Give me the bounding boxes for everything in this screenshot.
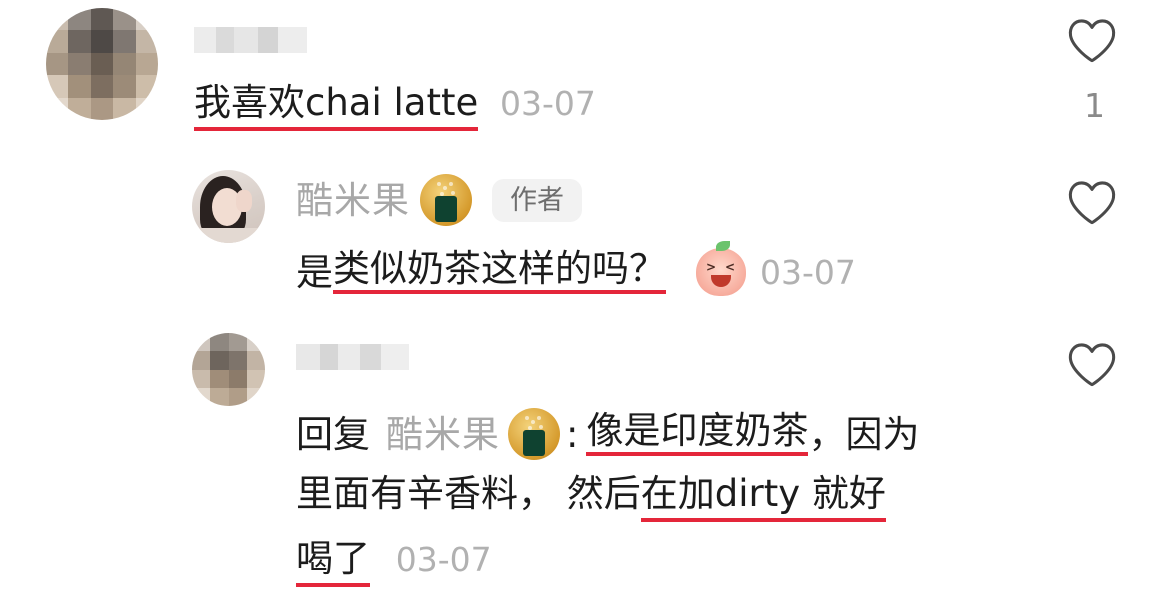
avatar-pixel <box>46 75 69 98</box>
avatar-pixel <box>68 75 91 98</box>
avatar-pixel <box>228 351 247 370</box>
author-username[interactable]: 酷米果 <box>296 182 410 219</box>
avatar-pixel <box>90 75 114 98</box>
heart-outline-icon <box>1068 181 1116 225</box>
comment-3-line-3: 喝了 03-07 <box>296 537 492 587</box>
avatar-pixel <box>246 351 265 370</box>
avatar-pixel <box>210 369 229 388</box>
avatar-pixel <box>192 333 211 352</box>
laughing-peach-emoji-icon: >< <box>696 241 746 296</box>
avatar-pixel <box>46 30 69 53</box>
avatar-pixel <box>68 52 91 76</box>
username-commenter-1-blurred[interactable] <box>194 27 307 53</box>
avatar-pixel <box>113 75 136 98</box>
comment-2-text-prefix: 是 <box>296 250 333 294</box>
avatar-pixel <box>135 8 158 31</box>
comment-3-line-2-underlined: 在加dirty 就好 <box>640 472 886 522</box>
avatar-pixel <box>90 97 114 120</box>
avatar-pixel <box>228 333 247 352</box>
avatar-pixel <box>135 97 158 120</box>
comment-3-line-2: 里面有辛香料， 然后在加dirty 就好 <box>296 472 886 522</box>
avatar-pixel <box>210 387 229 406</box>
comment-1-text: 我喜欢chai latte <box>194 81 479 131</box>
avatar-pixel <box>68 30 91 53</box>
avatar-pixel <box>192 369 211 388</box>
avatar-pixel <box>90 30 114 53</box>
avatar-pixel <box>192 387 211 406</box>
avatar-commenter-3[interactable] <box>192 333 265 406</box>
avatar-pixel <box>90 8 114 31</box>
comment-3-date: 03-07 <box>395 540 492 579</box>
avatar-pixel <box>135 52 158 76</box>
like-count-comment-1: 1 <box>1084 86 1105 125</box>
avatar-pixel <box>246 333 265 352</box>
like-button-comment-2[interactable] <box>1066 178 1118 226</box>
avatar-pixel <box>246 369 265 388</box>
avatar-pixel <box>68 8 91 31</box>
comment-2-date: 03-07 <box>760 252 856 292</box>
comment-3-line-3-underlined: 喝了 <box>296 537 370 587</box>
avatar-pixel <box>210 351 229 370</box>
avatar-commenter-1[interactable] <box>46 8 158 120</box>
avatar-pixel <box>68 97 91 120</box>
avatar-pixel <box>46 8 69 31</box>
avatar-pixel <box>46 52 69 76</box>
rice-ball-emoji-icon <box>508 408 560 460</box>
comment-1-date: 03-07 <box>500 84 596 123</box>
avatar-pixel <box>246 387 265 406</box>
comment-1-body: 我喜欢chai latte 03-07 <box>194 81 596 131</box>
avatar-pixel <box>113 8 136 31</box>
avatar-pixel <box>135 75 158 98</box>
comment-2-body: 是 类似奶茶这样的吗？ >< 03-07 <box>296 241 856 296</box>
reply-colon: : <box>566 412 579 456</box>
avatar-pixel <box>90 52 114 76</box>
heart-outline-icon <box>1068 343 1116 387</box>
avatar-pixel <box>210 333 229 352</box>
avatar-pixel <box>46 97 69 120</box>
avatar-pixel <box>228 369 247 388</box>
avatar-pixel <box>113 30 136 53</box>
comment-3-line-1: 回复 酷米果 : 像是印度奶茶 ，因为 <box>296 408 919 460</box>
comment-3-line-1-rest: ，因为 <box>808 412 920 456</box>
reply-to-username[interactable]: 酷米果 <box>386 416 500 453</box>
heart-outline-icon <box>1068 19 1116 63</box>
author-badge: 作者 <box>492 178 582 222</box>
username-commenter-3-blurred[interactable] <box>296 344 409 370</box>
avatar-pixel <box>135 30 158 53</box>
avatar-pixel <box>228 387 247 406</box>
reply-label: 回复 <box>296 412 370 456</box>
rice-ball-emoji-icon <box>420 174 472 226</box>
avatar-pixel <box>113 52 136 76</box>
comment-2-text-underlined: 类似奶茶这样的吗？ <box>333 250 666 294</box>
avatar-pixel <box>192 351 211 370</box>
like-button-comment-1[interactable] <box>1066 16 1118 64</box>
comment-3-line-1-underlined: 像是印度奶茶 <box>586 412 809 456</box>
author-header: 酷米果 作者 <box>296 174 582 226</box>
avatar-pixel <box>113 97 136 120</box>
like-button-comment-3[interactable] <box>1066 340 1118 388</box>
avatar-author[interactable] <box>192 170 265 243</box>
comment-3-line-2-start: 里面有辛香料， 然后 <box>296 472 641 515</box>
